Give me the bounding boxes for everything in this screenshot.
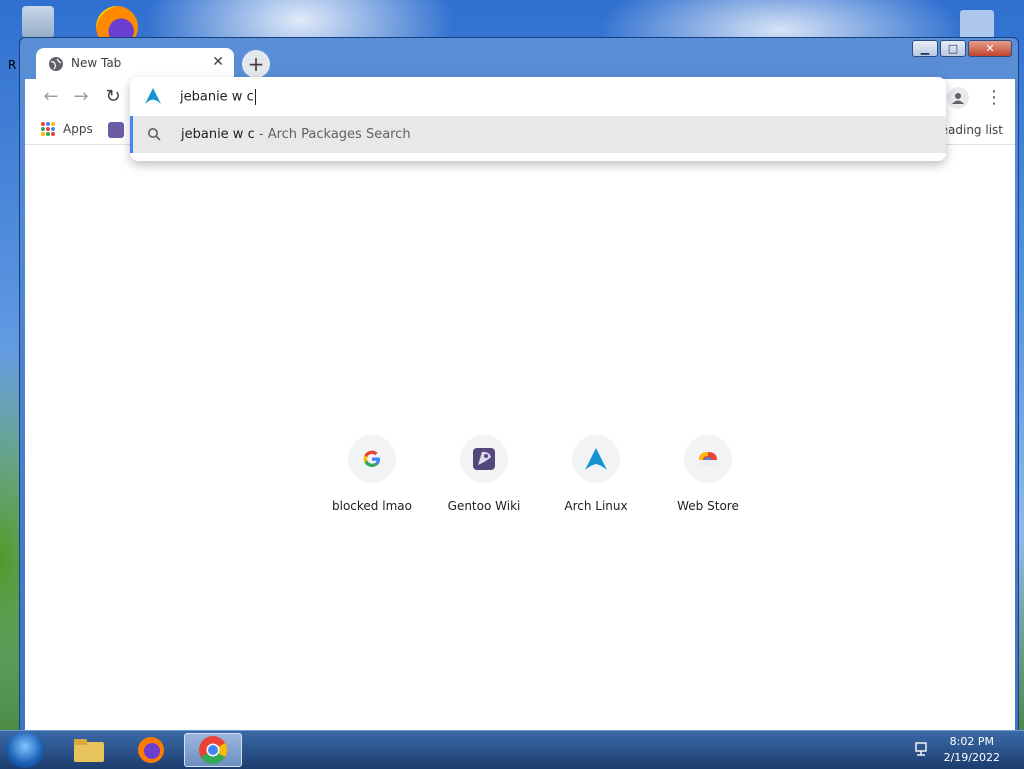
apps-label: Apps bbox=[63, 122, 93, 136]
omnibox-dropdown: jebanie w c jebanie w c - Arch Packages … bbox=[130, 77, 946, 161]
gentoo-bookmark-icon[interactable] bbox=[108, 122, 124, 138]
suggestion-text: jebanie w c - Arch Packages Search bbox=[181, 127, 411, 142]
clock-date: 2/19/2022 bbox=[943, 751, 1000, 764]
person-icon bbox=[952, 93, 964, 104]
address-bar-input[interactable]: jebanie w c bbox=[180, 89, 256, 105]
close-tab-icon[interactable]: ✕ bbox=[212, 54, 224, 70]
browser-content: ← → ↻ ⋮ Apps Reading list blocked lmao G… bbox=[25, 79, 1015, 731]
shortcut-tile[interactable]: Web Store bbox=[656, 435, 768, 525]
suggestion-separator: - bbox=[254, 127, 268, 142]
shortcut-tile[interactable]: Gentoo Wiki bbox=[432, 435, 544, 525]
shortcut-tile[interactable]: blocked lmao bbox=[320, 435, 432, 525]
shortcut-tiles: blocked lmao Gentoo Wiki Arch Linux Web … bbox=[320, 435, 768, 525]
chrome-taskbar-icon[interactable] bbox=[184, 733, 242, 767]
forward-arrow-icon[interactable]: → bbox=[71, 87, 91, 107]
suggestion-query: jebanie w c bbox=[181, 127, 255, 142]
taskbar: 8:02 PM 2/19/2022 bbox=[0, 730, 1024, 769]
firefox-taskbar-icon[interactable] bbox=[124, 733, 178, 767]
window-controls: ▁ □ ✕ bbox=[912, 40, 1012, 57]
minimize-button[interactable]: ▁ bbox=[912, 40, 938, 57]
close-window-button[interactable]: ✕ bbox=[968, 40, 1012, 57]
text-caret bbox=[254, 89, 256, 105]
globe-icon bbox=[49, 57, 63, 71]
apps-bookmark[interactable]: Apps bbox=[41, 122, 93, 136]
shortcut-label: Arch Linux bbox=[564, 499, 628, 513]
recycle-bin-icon[interactable] bbox=[22, 6, 54, 38]
network-icon[interactable] bbox=[914, 741, 930, 757]
shortcut-tile[interactable]: Arch Linux bbox=[544, 435, 656, 525]
reload-icon[interactable]: ↻ bbox=[103, 87, 123, 107]
arch-linux-icon bbox=[572, 435, 620, 483]
omnibox-suggestion[interactable]: jebanie w c - Arch Packages Search bbox=[130, 116, 946, 153]
shortcut-label: blocked lmao bbox=[332, 499, 412, 513]
gentoo-icon bbox=[460, 435, 508, 483]
tab-title: New Tab bbox=[71, 56, 122, 70]
desktop-icon-label: R bbox=[8, 58, 17, 72]
google-icon bbox=[348, 435, 396, 483]
system-clock[interactable]: 8:02 PM 2/19/2022 bbox=[944, 734, 1000, 766]
start-button[interactable] bbox=[6, 732, 44, 768]
shortcut-label: Gentoo Wiki bbox=[447, 499, 521, 513]
kebab-menu-icon[interactable]: ⋮ bbox=[985, 87, 1003, 109]
clock-time: 8:02 PM bbox=[949, 735, 994, 748]
arch-linux-search-engine-icon bbox=[145, 88, 161, 104]
maximize-button[interactable]: □ bbox=[940, 40, 966, 57]
file-explorer-taskbar-icon[interactable] bbox=[62, 733, 116, 767]
suggestion-engine: Arch Packages Search bbox=[267, 127, 411, 142]
search-icon bbox=[148, 128, 161, 141]
back-arrow-icon[interactable]: ← bbox=[41, 87, 61, 107]
new-tab-button[interactable]: + bbox=[242, 50, 270, 78]
shortcut-label: Web Store bbox=[677, 499, 739, 513]
apps-grid-icon bbox=[41, 122, 55, 136]
web-store-icon bbox=[684, 435, 732, 483]
address-bar-query: jebanie w c bbox=[180, 89, 254, 105]
account-icon[interactable] bbox=[947, 87, 969, 109]
tab-new-tab[interactable]: New Tab ✕ bbox=[36, 48, 234, 79]
